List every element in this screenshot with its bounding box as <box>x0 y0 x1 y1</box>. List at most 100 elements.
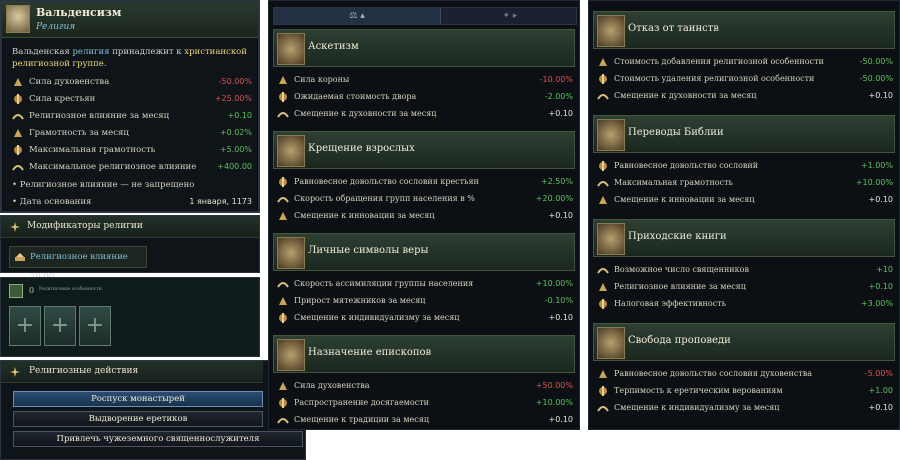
feature-card[interactable]: Личные символы веры Скорость ассимиляции … <box>269 233 579 327</box>
invite-foreign-clergy-button[interactable]: Привлечь чужеземного священнослужителя <box>13 431 303 447</box>
religion-header: Вальденсизм Религия <box>2 2 258 38</box>
religion-subtitle: Религия <box>36 22 76 32</box>
effect-label: Смещение к индивидуализму за месяц <box>294 313 460 322</box>
effect-value: +0.10 <box>868 195 893 204</box>
add-feature-icon: + <box>15 313 35 338</box>
feature-title: Отказ от таинств <box>628 23 719 34</box>
religion-title: Вальденсизм <box>36 6 122 19</box>
effect-icon <box>597 402 609 414</box>
effect-value: +0.10 <box>868 282 893 291</box>
feature-card-header: Назначение епископов <box>273 335 575 373</box>
modifier-icon <box>12 144 24 156</box>
modifier-label: Грамотность за месяц <box>29 128 129 138</box>
effect-value: -5.00% <box>864 369 893 378</box>
add-feature-icon: + <box>85 313 105 338</box>
feature-card[interactable]: Отказ от таинств Стоимость добавления рел… <box>589 11 899 107</box>
effect-label: Равновесное довольство сословия крестьян <box>294 177 479 186</box>
religious-features-right-column: Отказ от таинств Стоимость добавления рел… <box>588 0 900 430</box>
feature-art-icon <box>277 135 305 167</box>
dissolve-monasteries-button[interactable]: Роспуск монастырей <box>13 391 263 407</box>
effect-icon <box>597 264 609 276</box>
effect-icon <box>597 160 609 172</box>
effect-icon <box>597 177 609 189</box>
modifier-label: Сила духовенства <box>29 77 110 87</box>
feature-effect-row: Смещение к духовности за месяц +0.10 <box>277 105 579 122</box>
feature-effect-row: Налоговая эффективность +3.00% <box>597 295 899 312</box>
feature-card[interactable]: Свобода проповеди Равновесное довольство … <box>589 323 899 419</box>
actions-icon <box>9 366 21 378</box>
feature-effect-row: Равновесное довольство сословий +1.00% <box>597 157 899 174</box>
feature-slot-1[interactable]: + <box>9 306 41 346</box>
feature-title: Свобода проповеди <box>628 335 731 346</box>
modifier-label: Максимальная грамотность <box>29 145 156 155</box>
modifier-icon <box>12 127 24 139</box>
effect-value: +0.10 <box>548 313 573 322</box>
modifier-icon <box>12 110 24 122</box>
feature-card[interactable]: Приходские книги Возможное число священни… <box>589 219 899 315</box>
effect-value: +10 <box>876 265 893 274</box>
effect-label: Сила короны <box>294 75 350 84</box>
religion-link[interactable]: религия <box>72 47 109 57</box>
religion-description: Вальденская религия принадлежит к христи… <box>12 46 252 70</box>
expel-heretics-button[interactable]: Выдворение еретиков <box>13 411 263 427</box>
modifiers-header: Модификаторы религии <box>1 216 259 238</box>
effect-icon <box>277 312 289 324</box>
effect-value: +2.50% <box>540 177 573 186</box>
feature-effect-row: Скорость ассимиляции группы населения +10… <box>277 275 579 292</box>
feature-slot-3[interactable]: + <box>79 306 111 346</box>
feature-card[interactable]: Переводы Библии Равновесное довольство со… <box>589 115 899 211</box>
feature-slot-2[interactable]: + <box>44 306 76 346</box>
religion-modifier-row: Максимальная грамотность +5.00% <box>12 142 254 158</box>
effect-icon <box>597 298 609 310</box>
modifiers-title: Модификаторы религии <box>27 221 143 231</box>
effect-icon <box>277 278 289 290</box>
feature-card-header: Приходские книги <box>593 219 895 257</box>
modifier-label: Религиозное влияние <box>30 252 128 262</box>
modifier-icon <box>12 76 24 88</box>
feature-art-icon <box>597 327 625 359</box>
effect-value: +20.00% <box>535 194 573 203</box>
feature-effect-row: Максимальная грамотность +10.00% <box>597 174 899 191</box>
religion-modifier-row: Сила крестьян +25.00% <box>12 91 254 107</box>
tab-sort-a[interactable]: ⚖ ▴ <box>274 8 441 24</box>
religion-modifier-row: Религиозное влияние за месяц +0.10 <box>12 108 254 124</box>
modifier-value: +5.00% <box>219 145 252 154</box>
effect-value: -50.00% <box>859 74 893 83</box>
religious-influence-modifier[interactable]: Религиозное влияние 20.00 <box>9 246 147 282</box>
religious-features-panel: 0 Религиозные особенности + + + <box>0 277 260 357</box>
effect-label: Скорость ассимиляции группы населения <box>294 279 474 288</box>
feature-effect-row: Скорость обращения групп населения в % +2… <box>277 190 579 207</box>
effect-value: -0.10% <box>544 296 573 305</box>
effect-label: Смещение к традиции за месяц <box>294 415 429 424</box>
religious-actions-panel: Религиозные действия Роспуск монастырей … <box>0 360 306 460</box>
modifier-label: Сила крестьян <box>29 94 96 104</box>
modifier-icon <box>12 161 24 173</box>
feature-card[interactable]: Назначение епископов Сила духовенства +50.… <box>269 335 579 429</box>
effect-value: +3.00% <box>860 299 893 308</box>
feature-art-icon <box>597 15 625 47</box>
effect-value: +10.00% <box>535 279 573 288</box>
feature-title: Аскетизм <box>308 41 359 52</box>
effect-label: Терпимость к еретическим верованиям <box>614 386 783 395</box>
religion-panel: Вальденсизм Религия Вальденская религия … <box>0 0 260 213</box>
effect-value: +10.00% <box>855 178 893 187</box>
desc-pre: Вальденская <box>12 47 70 57</box>
effect-icon <box>597 385 609 397</box>
feature-card-header: Аскетизм <box>273 29 575 67</box>
feature-effect-row: Смещение к традиции за месяц +0.10 <box>277 411 579 428</box>
feature-art-icon <box>277 237 305 269</box>
feature-title: Крещение взрослых <box>308 143 415 154</box>
religion-modifier-row: Сила духовенства -50.00% <box>12 74 254 90</box>
effect-icon <box>277 91 289 103</box>
feature-card-header: Переводы Библии <box>593 115 895 153</box>
effect-value: +0.10 <box>548 109 573 118</box>
effect-icon <box>277 176 289 188</box>
feature-effect-row: Прирост мятежников за месяц -0.10% <box>277 292 579 309</box>
founding-date-label: • Дата основания <box>12 197 92 207</box>
feature-card[interactable]: Аскетизм Сила короны -10.00% Ожидаемая стои… <box>269 29 579 123</box>
feature-card[interactable]: Крещение взрослых Равновесное довольство … <box>269 131 579 225</box>
effect-value: +10.00% <box>535 398 573 407</box>
tab-sort-b[interactable]: ✦ ▸ <box>442 8 578 24</box>
effect-label: Смещение к инновации за месяц <box>614 195 755 204</box>
feature-title: Переводы Библии <box>628 127 724 138</box>
